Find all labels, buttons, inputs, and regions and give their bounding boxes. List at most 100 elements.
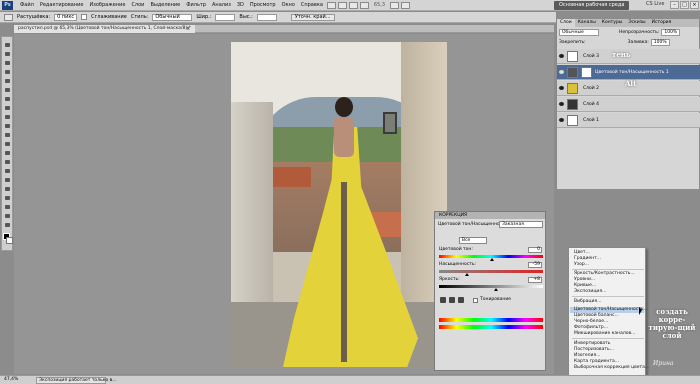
background-color-swatch[interactable]: [6, 237, 13, 244]
menu-item-photo-filter[interactable]: Фотофильтр...: [574, 325, 608, 330]
tab-thumbnails[interactable]: Эскизы: [625, 19, 648, 27]
blur-tool-icon[interactable]: [3, 149, 12, 157]
saturation-value[interactable]: -59: [528, 262, 542, 268]
eyedropper-tool-icon[interactable]: [3, 86, 12, 94]
eyedropper-minus-icon[interactable]: [458, 297, 464, 303]
tab-paths[interactable]: Контуры: [599, 19, 626, 27]
close-document-button[interactable]: ×: [186, 26, 190, 32]
menu-item-pattern[interactable]: Узор...: [574, 262, 589, 267]
preset-select[interactable]: Заказная: [499, 221, 543, 228]
minibridge-icon[interactable]: [337, 1, 347, 9]
style-select[interactable]: Обычный: [152, 13, 193, 21]
hand-tool-icon[interactable]: [3, 212, 12, 220]
menu-file[interactable]: Файл: [17, 2, 37, 8]
eyedropper-icon[interactable]: [440, 297, 446, 303]
arrange-documents-icon[interactable]: [390, 1, 400, 9]
menu-item-posterize[interactable]: Постеризовать...: [574, 347, 614, 352]
feather-input[interactable]: 0 пикс: [54, 13, 78, 21]
workspace-button[interactable]: Основная рабочая среда: [554, 1, 630, 10]
history-brush-tool-icon[interactable]: [3, 122, 12, 130]
menu-item-exposure[interactable]: Экспозиция...: [574, 289, 606, 294]
menu-item-vibrance[interactable]: Вибрация...: [574, 299, 601, 304]
hue-value[interactable]: 0: [528, 247, 542, 253]
bridge-icon[interactable]: [326, 1, 336, 9]
close-window-button[interactable]: ×: [690, 1, 699, 9]
minimize-button[interactable]: –: [670, 1, 679, 9]
menu-item-invert[interactable]: Инвертировать: [574, 341, 610, 346]
menu-item-gradient-map[interactable]: Карта градиента...: [574, 359, 619, 364]
blend-mode-select[interactable]: Обычные: [559, 29, 599, 36]
menu-filter[interactable]: Фильтр: [183, 2, 209, 8]
saturation-slider[interactable]: [439, 270, 543, 273]
maximize-button[interactable]: □: [680, 1, 689, 9]
lightness-slider[interactable]: [439, 285, 543, 288]
eye-icon[interactable]: [559, 54, 564, 58]
menu-item-channel-mixer[interactable]: Микширование каналов...: [574, 331, 635, 336]
dodge-tool-icon[interactable]: [3, 158, 12, 166]
menu-item-solid-color[interactable]: Цвет...: [574, 250, 590, 255]
tab-layers[interactable]: Слои: [557, 19, 575, 27]
edit-range-select[interactable]: Все: [459, 237, 487, 244]
document-tab[interactable]: распустил.psd @ 65,3% (Цветовой тон/Насы…: [14, 25, 195, 33]
menu-item-gradient[interactable]: Градиент...: [574, 256, 601, 261]
rectangular-marquee-icon[interactable]: [4, 13, 13, 21]
menu-item-threshold[interactable]: Изогелия...: [574, 353, 600, 358]
eye-icon[interactable]: [559, 70, 564, 74]
menu-help[interactable]: Справка: [298, 2, 326, 8]
refine-edge-button[interactable]: Уточн. край...: [290, 13, 335, 21]
shape-tool-icon[interactable]: [3, 194, 12, 202]
type-tool-icon[interactable]: [3, 176, 12, 184]
menu-item-hue-saturation[interactable]: Цветовой тон/Насыщенность...: [574, 307, 648, 312]
eyedropper-plus-icon[interactable]: [449, 297, 455, 303]
opacity-input[interactable]: 100%: [661, 29, 681, 36]
antialias-checkbox[interactable]: [81, 14, 88, 20]
lightness-value[interactable]: +8: [528, 277, 542, 283]
hue-slider-handle[interactable]: [490, 258, 494, 261]
menu-item-selective-color[interactable]: Выборочная коррекция цвета...: [574, 365, 649, 370]
3d-rotate-tool-icon[interactable]: [3, 203, 12, 211]
zoom-tool-icon[interactable]: [3, 221, 12, 229]
tab-channels[interactable]: Каналы: [575, 19, 599, 27]
adjustments-header[interactable]: КОРРЕКЦИЯ: [435, 212, 545, 219]
menu-layers[interactable]: Слои: [128, 2, 147, 8]
menu-item-curves[interactable]: Кривые...: [574, 283, 596, 288]
menu-3d[interactable]: 3D: [234, 2, 247, 8]
colorize-checkbox[interactable]: [473, 298, 478, 303]
quick-select-tool-icon[interactable]: [3, 68, 12, 76]
marquee-tool-icon[interactable]: [3, 50, 12, 58]
menu-image[interactable]: Изображение: [86, 2, 128, 8]
menu-item-levels[interactable]: Уровни...: [574, 277, 595, 282]
clone-stamp-tool-icon[interactable]: [3, 113, 12, 121]
zoom-level[interactable]: 65,3: [370, 2, 389, 8]
taskbar-item[interactable]: Экспозиция работает только в...: [36, 377, 117, 384]
menu-select[interactable]: Выделение: [147, 2, 183, 8]
lightness-slider-handle[interactable]: [494, 288, 498, 291]
crop-tool-icon[interactable]: [3, 77, 12, 85]
menu-item-color-balance[interactable]: Цветовой баланс...: [574, 313, 619, 318]
layer-item[interactable]: Слой 4: [557, 97, 700, 112]
saturation-slider-handle[interactable]: [465, 273, 469, 276]
eye-icon[interactable]: [559, 118, 564, 122]
height-input[interactable]: [256, 13, 277, 21]
path-selection-tool-icon[interactable]: [3, 185, 12, 193]
layer-item-selected[interactable]: Цветовой тон/Насыщенность 1: [557, 65, 700, 80]
gradient-tool-icon[interactable]: [3, 140, 12, 148]
screen-mode-icon[interactable]: [401, 1, 411, 9]
healing-brush-tool-icon[interactable]: [3, 95, 12, 103]
eye-icon[interactable]: [559, 102, 564, 106]
eraser-tool-icon[interactable]: [3, 131, 12, 139]
fill-input[interactable]: 100%: [650, 39, 670, 46]
menu-item-brightness-contrast[interactable]: Яркость/Контрастность...: [574, 271, 635, 276]
move-tool-icon[interactable]: [3, 41, 12, 49]
menu-analysis[interactable]: Анализ: [209, 2, 234, 8]
brush-tool-icon[interactable]: [3, 104, 12, 112]
lasso-tool-icon[interactable]: [3, 59, 12, 67]
menu-edit[interactable]: Редактирование: [37, 2, 87, 8]
width-input[interactable]: [215, 13, 236, 21]
zoom-tool-icon[interactable]: [359, 1, 369, 9]
layer-item[interactable]: Слой 1: [557, 113, 700, 128]
tab-history[interactable]: История: [649, 19, 675, 27]
pen-tool-icon[interactable]: [3, 167, 12, 175]
hand-tool-icon[interactable]: [348, 1, 358, 9]
eye-icon[interactable]: [559, 86, 564, 90]
